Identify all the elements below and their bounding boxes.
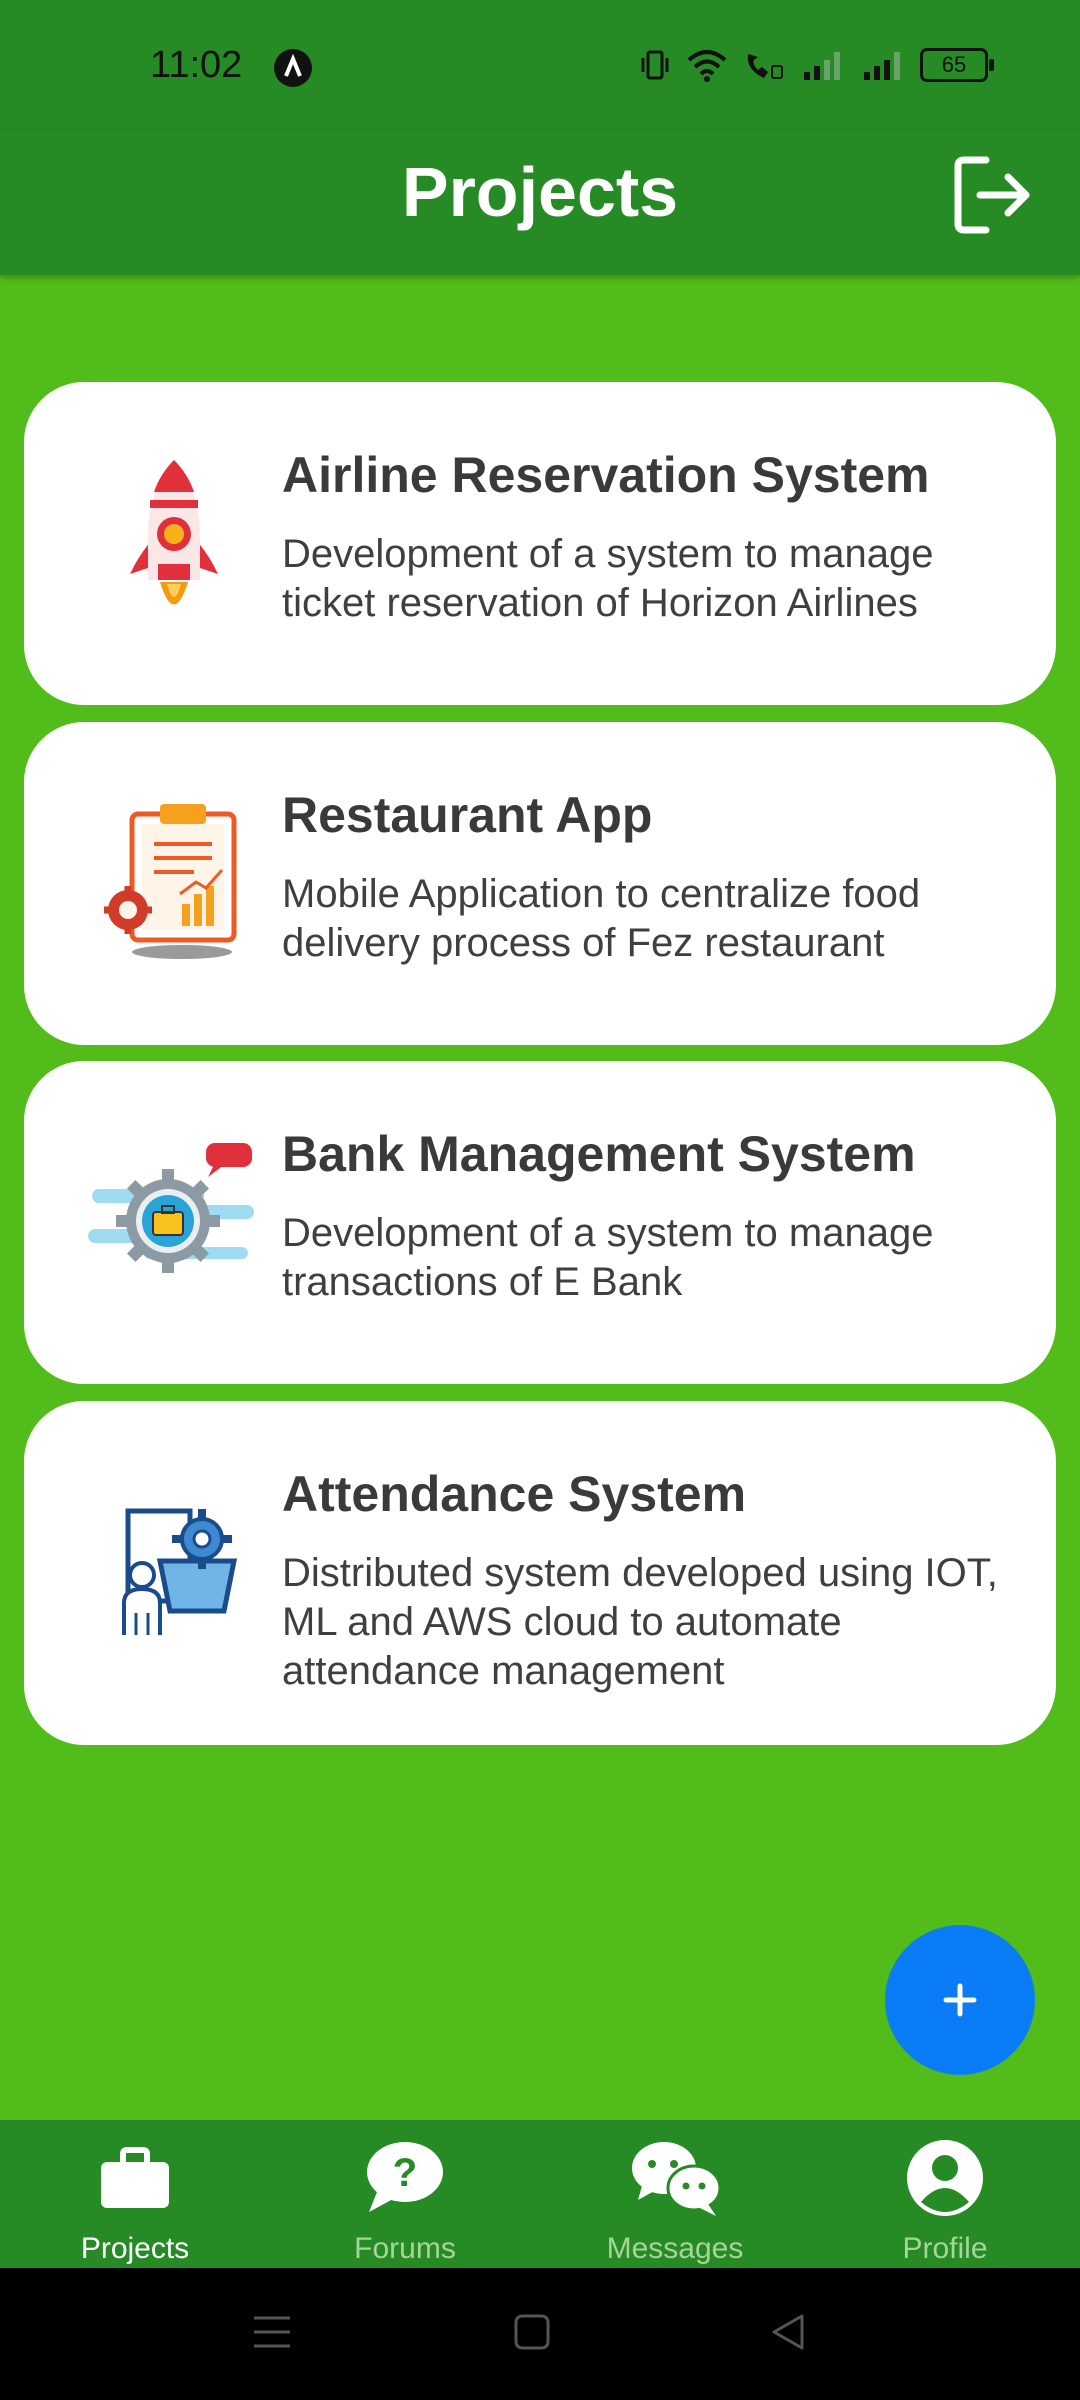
gear-briefcase-icon [84,1131,264,1311]
wifi-icon [687,50,727,82]
clipboard-report-icon [84,792,264,972]
project-card[interactable]: Attendance System Distributed system dev… [24,1401,1056,1745]
add-project-button[interactable] [885,1925,1035,2075]
logout-icon [954,156,1030,234]
question-bubble-icon: ? [367,2142,443,2212]
vibrate-icon [641,50,669,80]
person-circle-icon [907,2140,983,2216]
signal-sim1-icon [804,52,840,80]
project-title: Restaurant App [282,787,653,843]
briefcase-icon [101,2147,169,2208]
project-title: Bank Management System [282,1126,916,1182]
project-card[interactable]: Airline Reservation System Development o… [24,382,1056,705]
rocket-icon [84,452,264,632]
status-bar: 11:02 65 [0,0,1080,130]
nav-label: Forums [354,2232,456,2265]
nav-item-forums[interactable]: ? Forums [270,2120,540,2268]
signal-sim2-icon [864,52,900,80]
project-description: Development of a system to manage ticket… [282,532,934,625]
project-description: Development of a system to manage transa… [282,1211,934,1304]
project-card[interactable]: Restaurant App Mobile Application to cen… [24,722,1056,1045]
battery-indicator: 65 [920,48,994,82]
chat-bubbles-icon [632,2142,722,2216]
wifi-call-icon [747,54,783,79]
svg-text:?: ? [393,2151,417,2195]
project-description: Distributed system developed using IOT, … [282,1551,998,1693]
nav-item-projects[interactable]: Projects [0,2120,270,2268]
project-description: Mobile Application to centralize food de… [282,872,921,965]
plus-icon [943,1983,977,2017]
nav-label: Projects [80,2232,190,2265]
system-navigation-bar [0,2268,1080,2400]
page-title: Projects [401,153,679,231]
presenter-gear-icon [84,1483,264,1663]
logout-button[interactable] [950,152,1036,238]
bottom-navigation: Projects ? Forums Messages Profile [0,2120,1080,2268]
project-title: Attendance System [282,1466,747,1522]
app-bar: Projects [0,130,1080,275]
project-title: Airline Reservation System [282,447,930,503]
project-card[interactable]: Bank Management System Development of a … [24,1061,1056,1384]
status-time: 11:02 [150,44,243,86]
nav-item-messages[interactable]: Messages [540,2120,810,2268]
nav-item-profile[interactable]: Profile [810,2120,1080,2268]
status-indicators: 65 [638,48,994,82]
home-icon[interactable] [512,2312,552,2352]
menu-icon[interactable] [252,2312,292,2352]
nav-label: Profile [902,2232,988,2265]
app-notification-icon [274,49,312,87]
nav-label: Messages [606,2232,744,2265]
back-icon[interactable] [768,2312,808,2352]
